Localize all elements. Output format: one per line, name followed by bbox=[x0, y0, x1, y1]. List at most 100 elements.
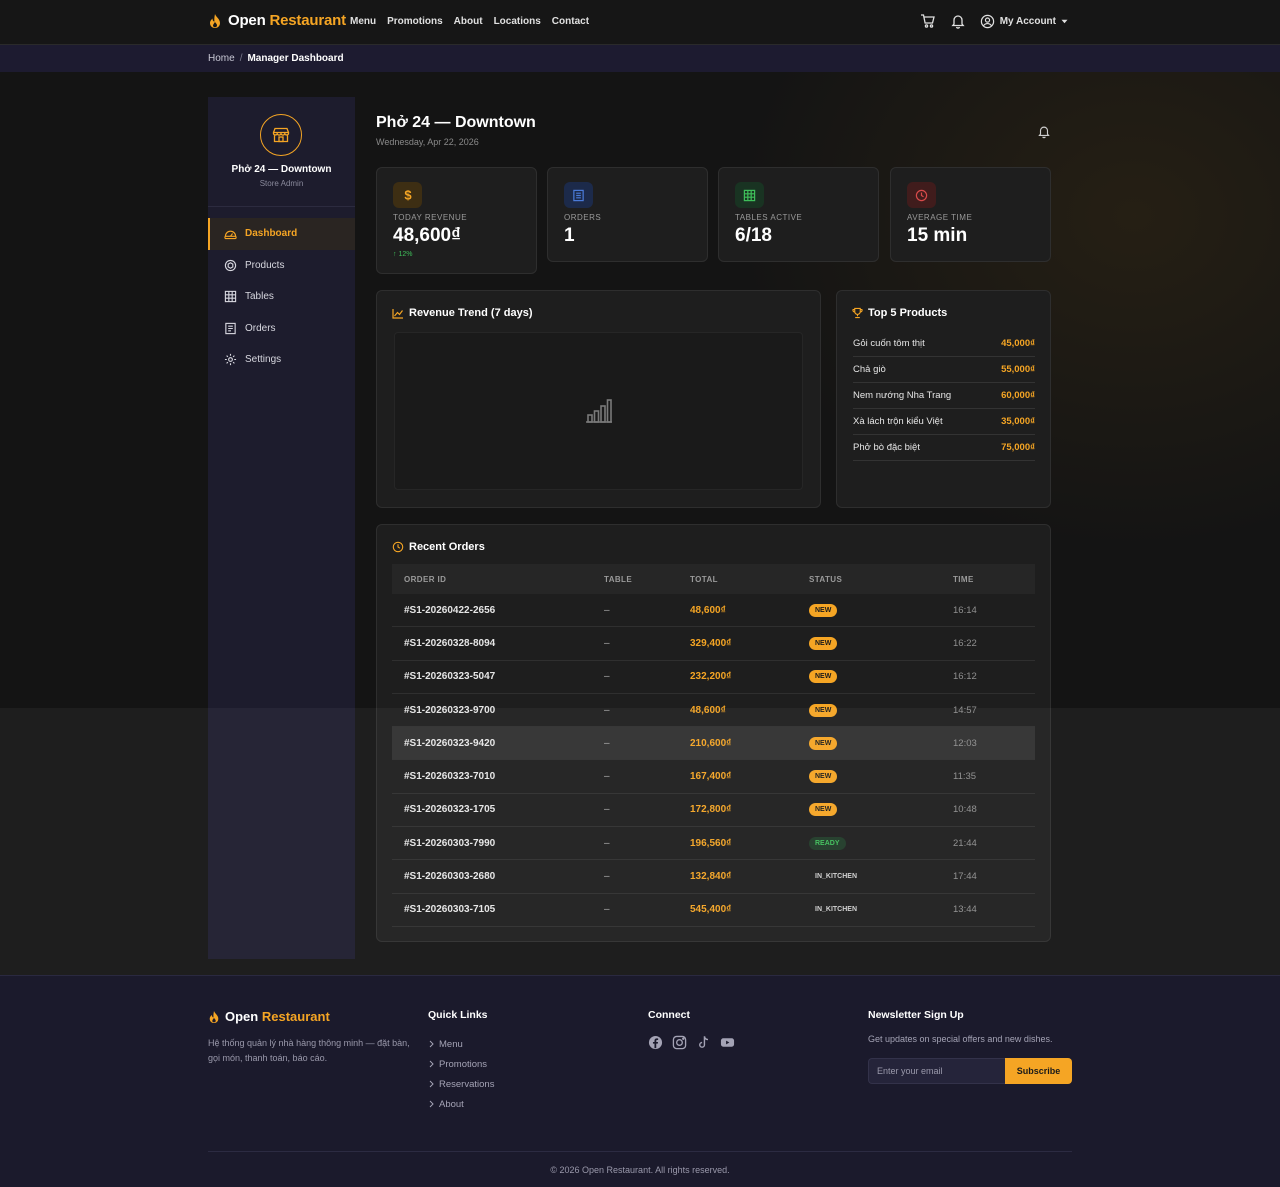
order-id: #S1-20260323-1705 bbox=[404, 804, 496, 816]
table-row[interactable]: #S1-20260422-2656 – 48,600₫ NEW 16:14 bbox=[392, 594, 1035, 628]
nav-link-about[interactable]: About bbox=[454, 16, 483, 27]
product-price: 35,000₫ bbox=[1001, 416, 1035, 427]
stat-card-orders: ORDERS 1 bbox=[547, 167, 708, 262]
footer-brand-main: Open bbox=[225, 1009, 259, 1024]
brand-name: Open Restaurant bbox=[228, 12, 346, 29]
table-header: ORDER ID TABLE TOTAL STATUS TIME bbox=[392, 564, 1035, 594]
notification-bell-icon[interactable] bbox=[950, 13, 966, 29]
sidebar-item-dashboard[interactable]: Dashboard bbox=[208, 218, 355, 250]
list-item: Xà lách trộn kiểu Việt 35,000₫ bbox=[853, 409, 1035, 435]
sidebar-item-products[interactable]: Products bbox=[208, 250, 355, 282]
sidebar-item-tables[interactable]: Tables bbox=[208, 281, 355, 313]
social-links bbox=[648, 1035, 735, 1050]
column-header-status: STATUS bbox=[809, 574, 843, 584]
product-price: 45,000₫ bbox=[1001, 338, 1035, 349]
order-time: 16:22 bbox=[953, 637, 977, 649]
order-id: #S1-20260328-8094 bbox=[404, 637, 496, 649]
stat-card-avg-time: AVERAGE TIME 15 min bbox=[890, 167, 1051, 262]
order-time: 12:03 bbox=[953, 737, 977, 749]
page-title: Phở 24 — Downtown bbox=[376, 114, 536, 131]
footer-link-about[interactable]: About bbox=[429, 1094, 494, 1114]
sidebar-item-label: Orders bbox=[245, 322, 276, 334]
page-date: Wednesday, Apr 22, 2026 bbox=[376, 137, 479, 147]
nav-link-locations[interactable]: Locations bbox=[494, 16, 541, 27]
footer-brand[interactable]: Open Restaurant bbox=[208, 1009, 330, 1024]
order-total: 167,400₫ bbox=[690, 771, 732, 783]
status-badge: NEW bbox=[809, 770, 838, 784]
brand-logo[interactable]: Open Restaurant bbox=[208, 12, 346, 29]
top-products-card: Top 5 Products Gỏi cuốn tôm thịt 45,000₫ … bbox=[836, 290, 1051, 508]
sidebar-item-orders[interactable]: Orders bbox=[208, 313, 355, 345]
footer-brand-accent: Restaurant bbox=[261, 1009, 330, 1024]
recent-orders-card: Recent Orders ORDER ID TABLE TOTAL STATU… bbox=[376, 524, 1051, 942]
top-products-title-text: Top 5 Products bbox=[868, 307, 948, 319]
nav-link-contact[interactable]: Contact bbox=[552, 16, 589, 27]
brand-accent: Restaurant bbox=[269, 12, 347, 29]
order-status-cell: IN_KITCHEN bbox=[809, 903, 953, 916]
table-row[interactable]: #S1-20260323-1705 – 172,800₫ NEW 10:48 bbox=[392, 794, 1035, 828]
table-row[interactable]: #S1-20260323-9420 – 210,600₫ NEW 12:03 bbox=[392, 727, 1035, 761]
breadcrumb-home[interactable]: Home bbox=[208, 53, 235, 64]
flame-icon bbox=[208, 13, 222, 29]
order-table: – bbox=[604, 704, 610, 716]
order-total: 48,600₫ bbox=[690, 604, 726, 616]
table-row[interactable]: #S1-20260323-9700 – 48,600₫ NEW 14:57 bbox=[392, 694, 1035, 728]
order-status-cell: NEW bbox=[809, 603, 953, 617]
list-item: Chả giò 55,000₫ bbox=[853, 357, 1035, 383]
account-menu[interactable]: My Account bbox=[980, 14, 1068, 29]
stat-label: ORDERS bbox=[564, 213, 602, 222]
table-row[interactable]: #S1-20260303-7990 – 196,560₫ READY 21:44 bbox=[392, 827, 1035, 861]
chevron-right-icon bbox=[429, 1080, 434, 1088]
status-badge: IN_KITCHEN bbox=[815, 873, 858, 881]
orders-table: ORDER ID TABLE TOTAL STATUS TIME #S1-202… bbox=[392, 564, 1035, 927]
table-row[interactable]: #S1-20260323-5047 – 232,200₫ NEW 16:12 bbox=[392, 661, 1035, 694]
footer-link-label: Menu bbox=[439, 1038, 463, 1050]
clock-icon bbox=[907, 182, 936, 208]
copyright: © 2026 Open Restaurant. All rights reser… bbox=[550, 1165, 730, 1175]
chevron-right-icon bbox=[429, 1040, 434, 1048]
breadcrumb: Home / Manager Dashboard bbox=[208, 53, 344, 64]
dashboard-bell-icon[interactable] bbox=[1037, 124, 1051, 139]
status-badge: NEW bbox=[809, 803, 838, 817]
product-name: Phở bò đặc biệt bbox=[853, 442, 920, 453]
footer-link-menu[interactable]: Menu bbox=[429, 1034, 494, 1054]
store-logo bbox=[260, 114, 302, 156]
newsletter-title: Newsletter Sign Up bbox=[868, 1009, 964, 1021]
status-badge: READY bbox=[809, 836, 846, 850]
table-row[interactable]: #S1-20260323-7010 – 167,400₫ NEW 11:35 bbox=[392, 760, 1035, 794]
subscribe-button[interactable]: Subscribe bbox=[1005, 1058, 1072, 1084]
newsletter-description: Get updates on special offers and new di… bbox=[868, 1034, 1053, 1044]
order-total: 232,200₫ bbox=[690, 671, 732, 683]
table-row[interactable]: #S1-20260328-8094 – 329,400₫ NEW 16:22 bbox=[392, 627, 1035, 661]
footer-link-promotions[interactable]: Promotions bbox=[429, 1054, 494, 1074]
email-input[interactable] bbox=[868, 1058, 1006, 1084]
order-id: #S1-20260303-7990 bbox=[404, 837, 496, 849]
stat-value: 6/18 bbox=[735, 225, 772, 246]
instagram-icon[interactable] bbox=[672, 1035, 687, 1050]
order-time: 17:44 bbox=[953, 871, 977, 883]
cart-icon[interactable] bbox=[920, 13, 936, 29]
footer-link-reservations[interactable]: Reservations bbox=[429, 1074, 494, 1094]
status-badge: NEW bbox=[809, 670, 838, 684]
sidebar-divider bbox=[208, 206, 355, 207]
nav-link-promotions[interactable]: Promotions bbox=[387, 16, 443, 27]
order-status-cell: NEW bbox=[809, 703, 953, 717]
quick-links: Menu Promotions Reservations About bbox=[429, 1034, 494, 1114]
order-table: – bbox=[604, 771, 610, 783]
product-name: Xà lách trộn kiểu Việt bbox=[853, 416, 943, 427]
nav-link-menu[interactable]: Menu bbox=[350, 16, 376, 27]
list-item: Nem nướng Nha Trang 60,000₫ bbox=[853, 383, 1035, 409]
facebook-icon[interactable] bbox=[648, 1035, 663, 1050]
connect-title: Connect bbox=[648, 1009, 690, 1021]
table-row[interactable]: #S1-20260303-7105 – 545,400₫ IN_KITCHEN 13:4… bbox=[392, 894, 1035, 927]
table-row[interactable]: #S1-20260303-2680 – 132,840₫ IN_KITCHEN 17:4… bbox=[392, 860, 1035, 894]
order-id: #S1-20260323-9420 bbox=[404, 737, 496, 749]
list-item: Gỏi cuốn tôm thịt 45,000₫ bbox=[853, 331, 1035, 357]
tiktok-icon[interactable] bbox=[696, 1035, 711, 1050]
order-id: #S1-20260303-7105 bbox=[404, 904, 496, 916]
store-name: Phở 24 — Downtown bbox=[231, 164, 332, 175]
youtube-icon[interactable] bbox=[720, 1035, 735, 1050]
sidebar-item-settings[interactable]: Settings bbox=[208, 344, 355, 376]
column-header-order-id: ORDER ID bbox=[404, 574, 447, 584]
order-status-cell: READY bbox=[809, 836, 953, 850]
